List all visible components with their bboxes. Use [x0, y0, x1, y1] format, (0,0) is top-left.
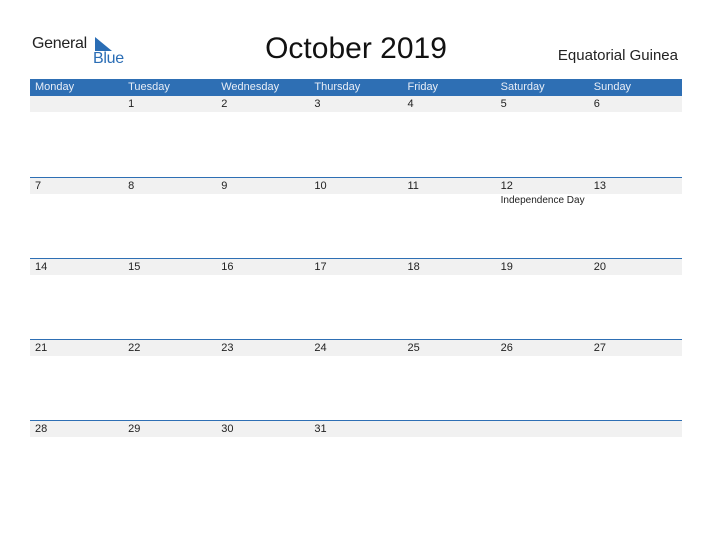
weekday-header: Monday	[35, 81, 75, 93]
holiday-label	[496, 437, 589, 438]
day-number: 21	[35, 342, 48, 354]
weekday-header: Thursday	[314, 81, 361, 93]
day-number: 29	[128, 423, 141, 435]
holiday-label	[496, 356, 589, 357]
day-number: 5	[500, 98, 507, 110]
week-row: 7 8 9 10 11 12 13 Independence Day	[30, 177, 682, 258]
holiday-label	[123, 275, 216, 276]
calendar-grid: Monday Tuesday Wednesday Thursday Friday…	[30, 79, 682, 501]
day-number: 23	[221, 342, 234, 354]
holiday-label	[403, 194, 496, 206]
holiday-label	[216, 112, 309, 113]
events-row: Independence Day	[30, 194, 682, 206]
day-number: 16	[221, 261, 234, 273]
holiday-label	[309, 356, 402, 357]
day-number	[403, 421, 496, 437]
day-number: 10	[314, 180, 327, 192]
day-number: 13	[593, 180, 606, 192]
holiday-label	[216, 356, 309, 357]
week-row: 28 29 30 31	[30, 420, 682, 501]
date-bar: 28 29 30 31	[30, 421, 682, 437]
holiday-label	[30, 356, 123, 357]
holiday-label	[123, 112, 216, 113]
day-number: 15	[128, 261, 141, 273]
holiday-label	[30, 275, 123, 276]
holiday-label	[123, 194, 216, 206]
holiday-label	[496, 112, 589, 113]
day-number: 22	[128, 342, 141, 354]
day-number: 9	[221, 180, 228, 192]
events-row	[30, 356, 682, 357]
holiday-label	[123, 356, 216, 357]
holiday-label	[216, 194, 309, 206]
country-name: Equatorial Guinea	[557, 47, 678, 64]
day-number: 30	[221, 423, 234, 435]
day-number: 14	[35, 261, 48, 273]
day-number: 17	[314, 261, 327, 273]
day-number	[589, 421, 682, 437]
date-bar: 21 22 23 24 25 26 27	[30, 340, 682, 356]
week-row: 14 15 16 17 18 19 20	[30, 258, 682, 339]
weekday-header: Saturday	[500, 81, 545, 93]
holiday-label	[30, 112, 123, 113]
day-number: 11	[407, 180, 419, 192]
holiday-label	[309, 194, 402, 206]
day-number: 12	[500, 180, 513, 192]
day-number: 1	[128, 98, 135, 110]
day-number: 18	[407, 261, 420, 273]
date-bar: 14 15 16 17 18 19 20	[30, 259, 682, 275]
day-number: 19	[500, 261, 513, 273]
day-number: 28	[35, 423, 48, 435]
day-number: 25	[407, 342, 420, 354]
holiday-label	[403, 112, 496, 113]
day-number: 2	[221, 98, 228, 110]
holiday-label	[589, 112, 682, 113]
events-row	[30, 112, 682, 113]
holiday-label	[216, 437, 309, 438]
weekday-header: Wednesday	[221, 81, 280, 93]
day-number: 26	[500, 342, 513, 354]
holiday-label	[589, 356, 682, 357]
day-number: 4	[407, 98, 414, 110]
day-number	[496, 421, 589, 437]
holiday-label	[589, 194, 682, 206]
holiday-label	[589, 275, 682, 276]
holiday-label	[403, 356, 496, 357]
day-number	[30, 96, 123, 112]
holiday-label	[403, 437, 496, 438]
day-number: 3	[314, 98, 321, 110]
weekday-header: Tuesday	[128, 81, 170, 93]
day-number: 27	[593, 342, 606, 354]
holiday-label	[589, 437, 682, 438]
day-number: 31	[314, 423, 327, 435]
day-number: 8	[128, 180, 135, 192]
weekday-header-row: Monday Tuesday Wednesday Thursday Friday…	[30, 79, 682, 96]
week-row: 1 2 3 4 5 6	[30, 96, 682, 177]
date-bar: 7 8 9 10 11 12 13	[30, 178, 682, 194]
weekday-header: Sunday	[593, 81, 632, 93]
day-number: 7	[35, 180, 42, 192]
holiday-label	[309, 112, 402, 113]
holiday-label	[309, 437, 402, 438]
holiday-label	[216, 275, 309, 276]
holiday-label	[30, 194, 123, 206]
week-row: 21 22 23 24 25 26 27	[30, 339, 682, 420]
day-number: 6	[593, 98, 600, 110]
holiday-label	[123, 437, 216, 438]
day-number: 20	[593, 261, 606, 273]
date-bar: 1 2 3 4 5 6	[30, 96, 682, 112]
events-row	[30, 437, 682, 438]
weekday-header: Friday	[407, 81, 439, 93]
holiday-label	[30, 437, 123, 438]
holiday-label	[403, 275, 496, 276]
day-number: 24	[314, 342, 327, 354]
holiday-label	[309, 275, 402, 276]
holiday-label: Independence Day	[500, 195, 585, 206]
events-row	[30, 275, 682, 276]
holiday-label	[496, 275, 589, 276]
